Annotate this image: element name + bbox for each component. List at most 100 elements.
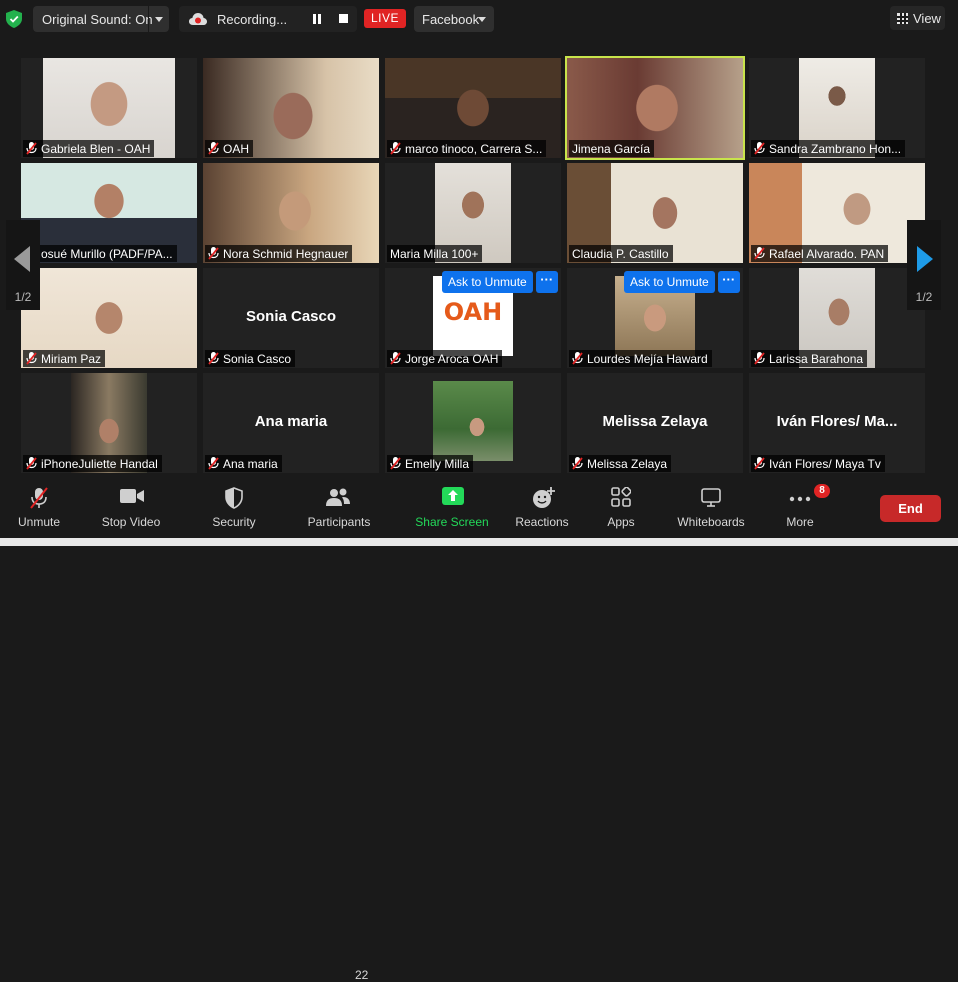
participant-nameplate: Larissa Barahona	[751, 350, 868, 367]
participant-name: Lourdes Mejía Haward	[587, 351, 708, 366]
chevron-down-icon	[478, 17, 486, 22]
participant-tile[interactable]: Sonia Casco Sonia Casco	[203, 268, 379, 368]
participant-nameplate: Jorge Aroca OAH	[387, 350, 503, 367]
live-badge[interactable]: LIVE	[364, 9, 406, 28]
muted-mic-icon	[26, 142, 37, 155]
participant-nameplate: iPhoneJuliette Handal	[23, 455, 162, 472]
participant-name: Sonia Casco	[223, 351, 292, 366]
security-button[interactable]: Security	[205, 478, 263, 538]
participant-tile[interactable]: Ana maria Ana maria	[203, 373, 379, 473]
ask-to-unmute-button[interactable]: Ask to Unmute	[624, 271, 715, 293]
participant-tile[interactable]: Iván Flores/ Ma... Iván Flores/ Maya Tv	[749, 373, 925, 473]
view-button[interactable]: View	[890, 6, 945, 30]
unmute-label: Unmute	[17, 515, 61, 529]
participant-display-name: Melissa Zelaya	[602, 413, 708, 430]
unmute-button[interactable]: Unmute	[10, 478, 68, 538]
participant-nameplate: Iván Flores/ Maya Tv	[751, 455, 885, 472]
muted-mic-icon	[572, 352, 583, 365]
reactions-button[interactable]: Reactions	[512, 478, 572, 538]
muted-mic-icon	[572, 457, 583, 470]
participant-nameplate: Miriam Paz	[23, 350, 106, 367]
more-options-icon[interactable]: ···	[717, 271, 740, 293]
participant-nameplate: marco tinoco, Carrera S...	[387, 140, 547, 157]
participant-display-name: Sonia Casco	[245, 308, 337, 325]
pause-recording-icon[interactable]	[312, 14, 322, 24]
participant-display-name: Iván Flores/ Ma...	[776, 413, 898, 430]
page-indicator-left: 1/2	[14, 290, 32, 304]
muted-mic-icon	[208, 457, 219, 470]
participant-name: Sandra Zambrano Hon...	[769, 141, 902, 156]
participant-nameplate: OAH	[205, 140, 254, 157]
participant-tile[interactable]: Rafael Alvarado. PAN	[749, 163, 925, 263]
participant-nameplate: osué Murillo (PADF/PA...	[23, 245, 177, 262]
more-dots-icon	[789, 496, 811, 502]
muted-microphone-icon	[30, 487, 48, 509]
stream-target-dropdown[interactable]: Facebook	[414, 6, 494, 32]
participant-name: marco tinoco, Carrera S...	[405, 141, 543, 156]
participant-tile[interactable]: Sandra Zambrano Hon...	[749, 58, 925, 158]
participant-tile[interactable]: Larissa Barahona	[749, 268, 925, 368]
muted-mic-icon	[26, 352, 37, 365]
participant-tile[interactable]: osué Murillo (PADF/PA...	[21, 163, 197, 263]
muted-mic-icon	[390, 457, 401, 470]
muted-mic-icon	[754, 457, 765, 470]
recording-label: Recording...	[217, 12, 288, 27]
participant-tile[interactable]: Melissa Zelaya Melissa Zelaya	[567, 373, 743, 473]
whiteboards-label: Whiteboards	[677, 515, 745, 529]
participant-tile[interactable]: OAH Ask to Unmute ··· Jorge Aroca OAH	[385, 268, 561, 368]
participant-tile[interactable]: Gabriela Blen - OAH	[21, 58, 197, 158]
video-camera-icon	[120, 489, 144, 503]
ask-to-unmute-button[interactable]: Ask to Unmute	[442, 271, 533, 293]
participant-name: Larissa Barahona	[769, 351, 864, 366]
participant-nameplate: Sandra Zambrano Hon...	[751, 140, 906, 157]
participant-nameplate: Gabriela Blen - OAH	[23, 140, 155, 157]
participant-tile[interactable]: Claudia P. Castillo	[567, 163, 743, 263]
participant-tile[interactable]: Miriam Paz	[21, 268, 197, 368]
stream-target-label: Facebook	[422, 12, 480, 27]
muted-mic-icon	[754, 247, 765, 260]
share-screen-button[interactable]: Share Screen	[414, 478, 490, 538]
apps-label: Apps	[607, 515, 635, 529]
participant-tile-active-speaker[interactable]: Jimena García	[565, 56, 745, 160]
stop-video-button[interactable]: Stop Video	[98, 478, 164, 538]
participant-tile[interactable]: Ask to Unmute ··· Lourdes Mejía Haward	[567, 268, 743, 368]
whiteboard-icon	[701, 488, 721, 507]
oah-logo: OAH	[443, 298, 503, 326]
participant-name: OAH	[223, 141, 250, 156]
grid-view-icon	[897, 13, 908, 24]
participant-tile[interactable]: Maria Milla 100+	[385, 163, 561, 263]
share-screen-label: Share Screen	[415, 515, 489, 529]
participant-tile[interactable]: OAH	[203, 58, 379, 158]
next-page-button[interactable]: 1/2	[907, 220, 941, 310]
apps-button[interactable]: Apps	[598, 478, 644, 538]
participant-name: Melissa Zelaya	[587, 456, 668, 471]
participant-tile[interactable]: Nora Schmid Hegnauer	[203, 163, 379, 263]
whiteboards-button[interactable]: Whiteboards	[674, 478, 748, 538]
chevron-down-icon	[155, 17, 163, 22]
ask-to-unmute-group: Ask to Unmute ···	[442, 271, 558, 293]
original-sound-label: Original Sound: On	[42, 12, 153, 27]
participant-nameplate: Nora Schmid Hegnauer	[205, 245, 353, 262]
participant-name: Miriam Paz	[41, 351, 102, 366]
previous-page-button[interactable]: 1/2	[6, 220, 40, 310]
participant-name: Ana maria	[223, 456, 278, 471]
more-notification-badge: 8	[814, 484, 830, 498]
original-sound-toggle[interactable]: Original Sound: On	[33, 6, 169, 32]
participant-name: Maria Milla 100+	[390, 246, 479, 261]
participant-nameplate: Maria Milla 100+	[387, 245, 483, 262]
share-screen-icon	[442, 487, 464, 505]
more-options-icon[interactable]: ···	[535, 271, 558, 293]
end-meeting-button[interactable]: End	[880, 495, 941, 522]
participant-name: Emelly Milla	[405, 456, 470, 471]
participant-name: Jimena García	[572, 141, 651, 156]
page-indicator-right: 1/2	[915, 290, 933, 304]
participant-tile[interactable]: iPhoneJuliette Handal	[21, 373, 197, 473]
stop-recording-icon[interactable]	[339, 14, 348, 23]
participants-button[interactable]: Participants	[305, 478, 373, 538]
view-label: View	[913, 11, 941, 26]
participant-tile[interactable]: Emelly Milla	[385, 373, 561, 473]
apps-icon	[611, 487, 631, 507]
original-sound-dropdown[interactable]	[148, 6, 169, 32]
encryption-shield-icon[interactable]	[6, 10, 22, 28]
participant-tile[interactable]: marco tinoco, Carrera S...	[385, 58, 561, 158]
